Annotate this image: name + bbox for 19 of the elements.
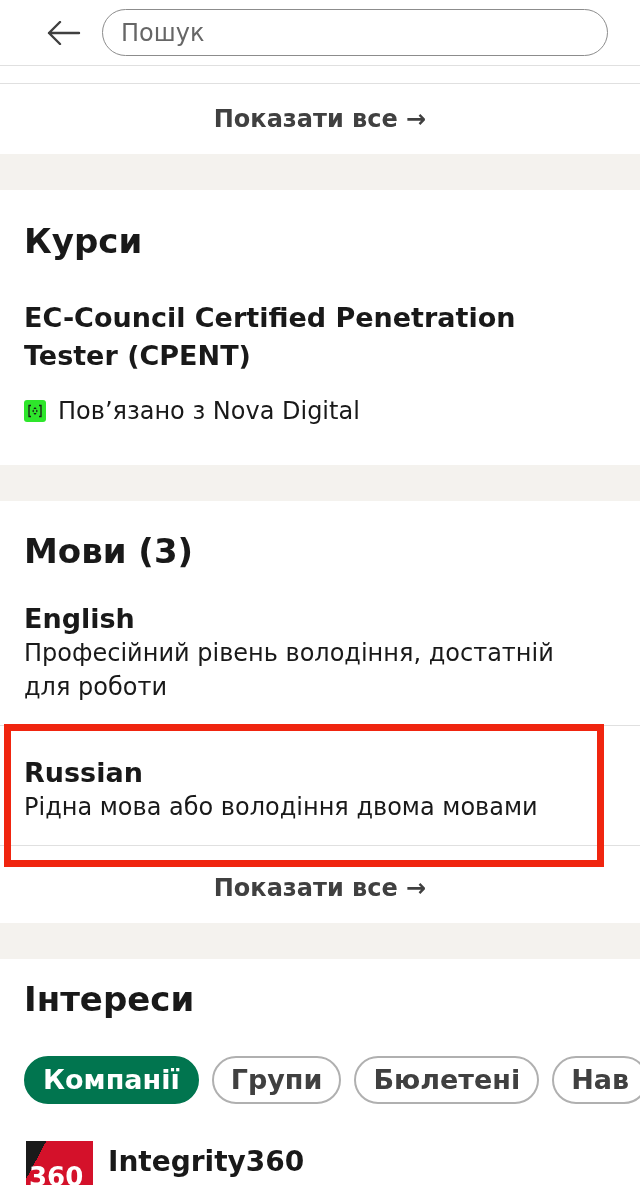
filter-tab[interactable]: Групи: [211, 1056, 342, 1104]
language-name: English: [24, 602, 136, 636]
section-title: Інтереси: [23, 978, 196, 1020]
proficiency-text: Професійний рівень володіння, достатній для роботи: [24, 638, 555, 703]
show-all-button[interactable]: Показати все →: [213, 869, 427, 906]
association-text: Пов’язано з Nova Digital: [58, 397, 360, 425]
filter-tab[interactable]: Компанії: [24, 1056, 199, 1104]
search-field[interactable]: Пошук: [102, 9, 608, 56]
language-name: Russian: [24, 756, 144, 790]
course-title: EC-Council Certified Penetration Tester (CPENT): [24, 301, 517, 373]
filter-tab[interactable]: Бюлетені: [354, 1056, 540, 1104]
section-title: Курси: [24, 220, 144, 262]
filter-tab[interactable]: Нав: [552, 1056, 640, 1104]
proficiency-text: Рідна мова або володіння двома мовами: [24, 792, 539, 823]
brackets-logo-icon: [24, 400, 46, 422]
section-title: Мови (3): [23, 530, 195, 572]
show-all-button[interactable]: Показати все →: [213, 101, 427, 137]
company-name[interactable]: Integrity360: [108, 1141, 305, 1179]
left-arrow-icon: [47, 20, 81, 45]
